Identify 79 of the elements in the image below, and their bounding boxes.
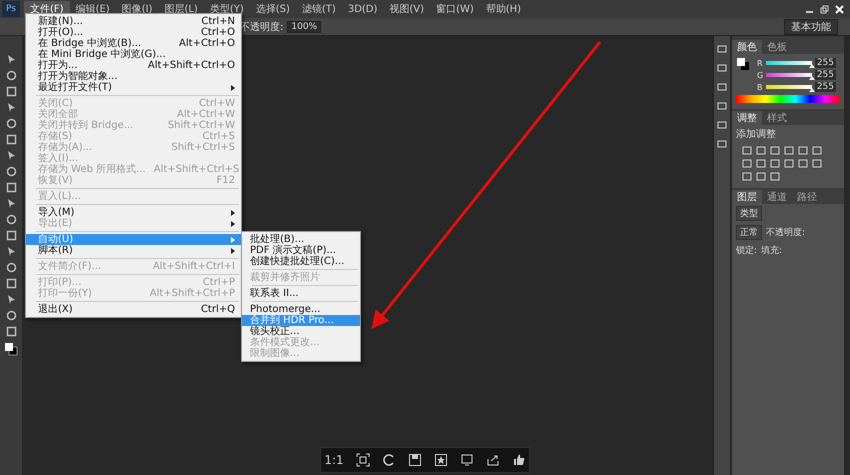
menu-bar-item[interactable]: 选择(S)	[250, 1, 296, 17]
tool-icon[interactable]	[6, 70, 16, 81]
menu-item[interactable]: 退出(X) Ctrl+Q	[26, 304, 241, 315]
layer-filter-dropdown[interactable]: 类型	[736, 206, 762, 221]
thumbs-up-icon[interactable]	[512, 453, 526, 467]
rotate-icon[interactable]	[382, 453, 396, 467]
color-spectrum[interactable]	[736, 95, 840, 103]
menu-item[interactable]: 在 Bridge 中浏览(B)... Alt+Ctrl+O	[26, 38, 241, 49]
save-icon[interactable]	[408, 453, 422, 467]
menu-item[interactable]: 镜头校正...	[242, 326, 360, 337]
restore-icon[interactable]	[820, 4, 829, 14]
panel-tab[interactable]: 样式	[762, 111, 792, 125]
menu-item[interactable]: 打开为... Alt+Shift+Ctrl+O	[26, 60, 241, 71]
tool-icon[interactable]	[6, 182, 16, 193]
panel-tab[interactable]: 色板	[762, 40, 792, 54]
tool-icon[interactable]	[6, 118, 16, 129]
tool-icon[interactable]	[6, 86, 16, 97]
menu-item[interactable]: 打开为智能对象...	[26, 71, 241, 82]
menu-bar-item[interactable]: 图层(L)	[158, 1, 204, 17]
tool-icon[interactable]	[6, 294, 16, 305]
panel-tab[interactable]: 图层	[732, 190, 762, 204]
menu-bar-item[interactable]: 滤镜(T)	[296, 1, 342, 17]
panel-tab[interactable]: 路径	[792, 190, 822, 204]
menu-bar-item[interactable]: 视图(V)	[383, 1, 430, 17]
menu-bar-item[interactable]: 类型(Y)	[204, 1, 250, 17]
tool-icon[interactable]	[6, 262, 16, 273]
app-logo: Ps	[2, 1, 20, 17]
star-icon[interactable]	[434, 453, 448, 467]
channel-label: G	[757, 70, 764, 80]
monitor-icon[interactable]	[460, 453, 474, 467]
panel-tab[interactable]: 颜色	[732, 40, 762, 54]
workspace-dropdown[interactable]: 基本功能	[784, 18, 838, 34]
channel-value[interactable]: 255	[814, 82, 836, 92]
actual-size-button[interactable]: 1:1	[324, 453, 344, 467]
menu-bar-item[interactable]: 图像(I)	[116, 1, 158, 17]
menu-item[interactable]: 导入(M)	[26, 207, 241, 218]
tool-icon[interactable]	[6, 198, 16, 209]
opacity-label: 不透明度:	[766, 226, 806, 239]
tool-icon[interactable]	[6, 230, 16, 241]
menu-item[interactable]: 联系表 II...	[242, 288, 360, 299]
panel-title: 添加调整	[735, 128, 777, 142]
fill-label: 填充:	[761, 244, 782, 257]
menu-item[interactable]: 创建快捷批处理(C)...	[242, 256, 360, 267]
panel-tab[interactable]: 通道	[762, 190, 792, 204]
channel-value[interactable]: 255	[814, 58, 836, 68]
tool-icon[interactable]	[6, 214, 16, 225]
menu-bar-item[interactable]: 3D(D)	[342, 2, 384, 16]
tool-icon[interactable]	[6, 326, 16, 337]
menu-item[interactable]: 新建(N)... Ctrl+N	[26, 16, 241, 27]
opacity-field[interactable]: 100%	[287, 20, 322, 32]
menu-bar-item[interactable]: 窗口(W)	[430, 1, 480, 17]
tool-icon[interactable]	[6, 54, 16, 65]
color-swatches-icon[interactable]	[4, 342, 18, 356]
tool-icon[interactable]	[6, 278, 16, 289]
menu-bar-item[interactable]: 编辑(E)	[70, 1, 116, 17]
close-icon[interactable]	[835, 4, 844, 14]
tool-icon[interactable]	[6, 134, 16, 145]
menu-item[interactable]: 打开(O)... Ctrl+O	[26, 27, 241, 38]
blend-mode-dropdown[interactable]: 正常	[736, 225, 762, 240]
tool-icon[interactable]	[6, 310, 16, 321]
menu-item[interactable]: 脚本(R)	[26, 245, 241, 256]
menu-bar-item[interactable]: 帮助(H)	[480, 1, 528, 17]
color-swatches-icon[interactable]	[736, 57, 750, 71]
channel-label: R	[757, 58, 763, 68]
channel-label: B	[757, 82, 762, 92]
tool-icon[interactable]	[6, 246, 16, 257]
menu-item[interactable]: 在 Mini Bridge 中浏览(G)...	[26, 49, 241, 60]
menu-item[interactable]: Photomerge...	[242, 304, 360, 315]
lock-label: 锁定:	[736, 244, 758, 257]
tool-icon[interactable]	[6, 166, 16, 177]
fit-screen-icon[interactable]	[356, 453, 370, 467]
menu-item[interactable]: 批处理(B)...	[242, 234, 360, 245]
menu-item[interactable]: 最近打开文件(T)	[26, 82, 241, 93]
channel-value[interactable]: 255	[814, 70, 836, 80]
tool-icon[interactable]	[6, 102, 16, 113]
menu-item[interactable]: PDF 演示文稿(P)...	[242, 245, 360, 256]
panel-tab[interactable]: 调整	[732, 111, 762, 125]
tool-icon[interactable]	[6, 150, 16, 161]
share-icon[interactable]	[486, 453, 500, 467]
